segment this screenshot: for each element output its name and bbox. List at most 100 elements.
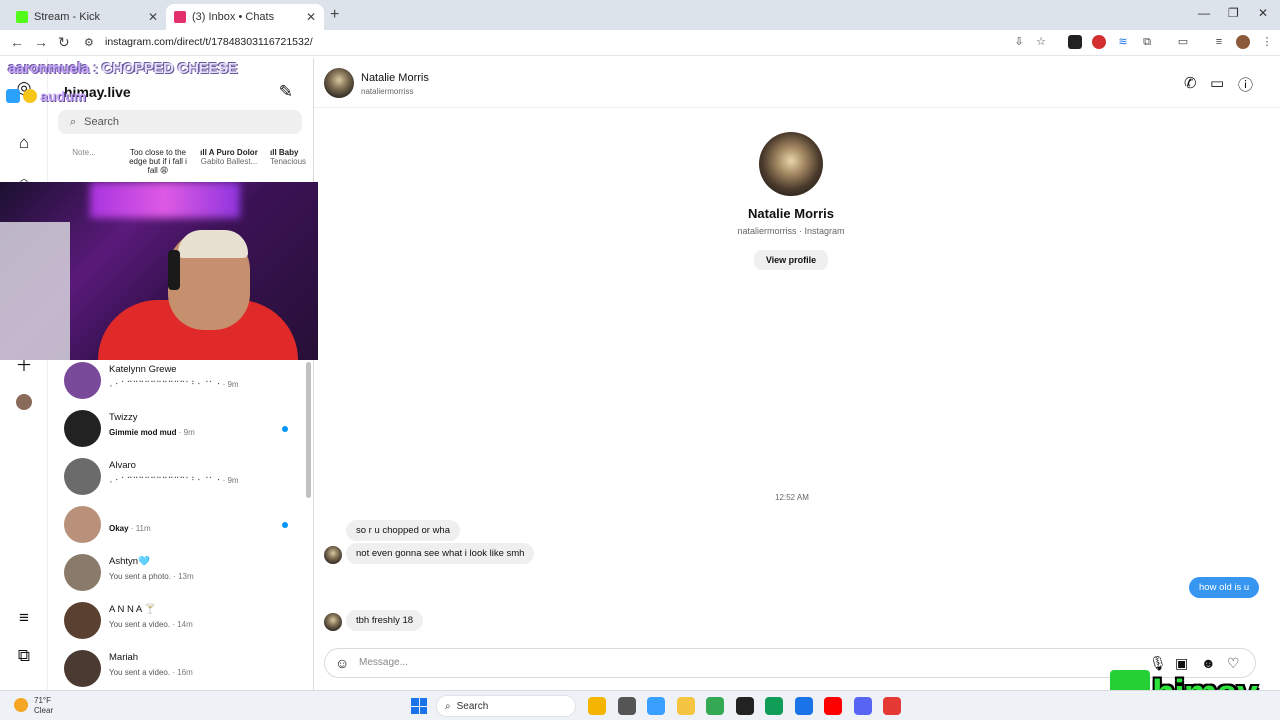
taskbar-app-icon[interactable] (765, 697, 783, 715)
back-button[interactable]: ← (10, 34, 24, 50)
reload-button[interactable]: ↻ (58, 34, 70, 51)
search-input[interactable]: ⌕ Search (58, 110, 302, 134)
thread-name: Ashtyn🩵 (109, 556, 150, 567)
compose-icon[interactable]: ✎ (279, 82, 293, 102)
close-tab-icon[interactable]: ✕ (148, 10, 158, 24)
thread-preview: You sent a video. · 16m (109, 668, 193, 677)
taskbar-app-icon[interactable] (853, 697, 872, 715)
home-icon[interactable]: ⌂ (14, 133, 34, 153)
note-item[interactable]: Note... (62, 148, 106, 157)
thread-name: Katelynn Grewe (109, 364, 177, 375)
url-field[interactable]: instagram.com/direct/t/17848303116721532… (105, 36, 313, 48)
extension-icon[interactable] (1068, 35, 1082, 49)
avatar (64, 602, 101, 639)
avatar[interactable] (324, 68, 354, 98)
webcam-overlay (0, 182, 318, 360)
extension-icon[interactable] (1092, 35, 1106, 49)
sticker-icon[interactable]: ☻ (1201, 655, 1216, 671)
tab-instagram-inbox[interactable]: (3) Inbox • Chats ✕ (166, 4, 324, 30)
minimize-button[interactable]: — (1198, 6, 1210, 20)
windows-start-icon[interactable] (411, 698, 427, 714)
weather-condition: Clear (34, 706, 54, 715)
curtain (0, 222, 70, 360)
taskbar-app-icon[interactable] (735, 697, 754, 715)
site-info-icon[interactable]: ⚙ (84, 36, 94, 49)
taskbar-app-icon[interactable] (676, 697, 695, 715)
thread-item[interactable]: A N N A 🍸 You sent a video. · 14m (48, 598, 308, 646)
taskbar-app-icon[interactable] (647, 697, 665, 715)
taskbar-app-icon[interactable] (617, 697, 636, 715)
install-icon[interactable]: ⇩ (1012, 35, 1026, 49)
menu-icon[interactable]: ≡ (14, 608, 34, 628)
thread-item[interactable]: Okay · 11m (48, 502, 308, 550)
profile-name: Natalie Morris (748, 206, 834, 221)
avatar (64, 506, 101, 543)
thread-preview-text: You sent a video. (109, 668, 171, 677)
thread-item[interactable]: Twizzy Gimmie mod mud · 9m (48, 406, 308, 454)
thread-preview-text: ⠄⠂⠁⠉⠉⠉⠉⠉⠉⠉⠉⠉⠉⠁⠃⠂⠈⠁⠐ (109, 476, 221, 485)
restore-button[interactable]: ❐ (1228, 6, 1239, 20)
stream-chat-message-2: audum (6, 88, 86, 104)
instagram-nav-rail: ◎ ⌂ ○ ＋ ≡ ⧉ (0, 58, 48, 690)
taskbar-app-icon[interactable] (706, 697, 724, 715)
chat-badge-icon (23, 89, 37, 103)
thread-item[interactable]: Katelynn Grewe ⠄⠂⠁⠉⠉⠉⠉⠉⠉⠉⠉⠉⠉⠁⠃⠂⠈⠁⠐ · 9m (48, 358, 308, 406)
note-item[interactable]: ıll Baby Tenacious (270, 148, 318, 166)
chat-header: Natalie Morris nataliermorriss ✆ ▭ ⓘ (314, 58, 1280, 108)
avatar (759, 132, 823, 196)
avatar (64, 362, 101, 399)
thread-preview-text: ⠄⠂⠁⠉⠉⠉⠉⠉⠉⠉⠉⠉⠉⠁⠃⠂⠈⠁⠐ (109, 380, 221, 389)
threads-icon[interactable]: ⧉ (14, 646, 34, 666)
search-icon: ⌕ (70, 115, 77, 128)
thread-preview-text: You sent a photo. (109, 572, 171, 581)
avatar (64, 458, 101, 495)
note-text: Too close to the edge but if i fall i fa… (129, 148, 187, 176)
taskbar-app-icon[interactable] (883, 697, 901, 715)
extensions-puzzle-icon[interactable]: ⧉ (1140, 35, 1154, 49)
search-icon: ⌕ (445, 700, 451, 712)
thread-item[interactable]: Ashtyn🩵 You sent a photo. · 13m (48, 550, 308, 598)
taskbar-app-icon[interactable] (588, 697, 606, 715)
close-window-button[interactable]: ✕ (1258, 6, 1268, 20)
note-artist: Tenacious (270, 157, 307, 167)
new-tab-button[interactable]: + (330, 6, 339, 24)
avatar[interactable] (1236, 35, 1250, 49)
media-icon[interactable]: ≡ (1212, 35, 1226, 49)
avatar (64, 410, 101, 447)
chat-username: audum (40, 88, 86, 104)
more-icon[interactable]: ⋮ (1260, 35, 1274, 49)
unread-dot (282, 522, 288, 528)
phone-icon[interactable]: ✆ (1184, 74, 1197, 92)
thread-time: · 11m (130, 524, 151, 533)
close-tab-icon[interactable]: ✕ (306, 10, 316, 24)
thread-name: Mariah (109, 652, 139, 663)
video-icon[interactable]: ▭ (1210, 74, 1224, 92)
thread-list: Katelynn Grewe ⠄⠂⠁⠉⠉⠉⠉⠉⠉⠉⠉⠉⠉⠁⠃⠂⠈⠁⠐ · 9m Tw… (48, 358, 308, 694)
bookmark-star-icon[interactable]: ☆ (1034, 35, 1048, 49)
chat-contact-name[interactable]: Natalie Morris (361, 72, 429, 84)
thread-preview: Gimmie mod mud · 9m (109, 428, 195, 437)
thread-time: · 9m (222, 380, 239, 389)
forward-button[interactable]: → (34, 34, 48, 50)
profile-icon[interactable] (16, 394, 32, 410)
note-song: ıll Baby (270, 148, 299, 157)
info-icon[interactable]: ⓘ (1238, 74, 1253, 95)
thread-item[interactable]: Mariah You sent a video. · 16m (48, 646, 308, 694)
tab-kick-stream[interactable]: Stream - Kick ✕ (8, 4, 166, 30)
taskbar-app-icon[interactable] (794, 697, 813, 715)
thread-item[interactable]: Alvaro ⠄⠂⠁⠉⠉⠉⠉⠉⠉⠉⠉⠉⠉⠁⠃⠂⠈⠁⠐ · 9m (48, 454, 308, 502)
tab-label: (3) Inbox • Chats (192, 11, 275, 23)
view-profile-button[interactable]: View profile (753, 250, 829, 270)
taskbar-search[interactable]: ⌕ Search (436, 695, 576, 717)
note-item[interactable]: ıll A Puro Dolor Gabito Ballest... (198, 148, 260, 166)
extension-icon[interactable]: ≋ (1116, 35, 1130, 49)
emoji-icon[interactable]: ☺ (335, 655, 349, 671)
thread-time: · 9m (222, 476, 239, 485)
thread-preview: You sent a video. · 14m (109, 620, 193, 629)
note-item[interactable]: Too close to the edge but if i fall i fa… (128, 148, 188, 176)
taskbar-app-icon[interactable] (824, 697, 842, 715)
sidepanel-icon[interactable]: ▭ (1176, 35, 1190, 49)
headphones (168, 250, 180, 290)
taskbar: 71°F Clear ⌕ Search (0, 690, 1280, 720)
scrollbar[interactable] (306, 362, 311, 498)
